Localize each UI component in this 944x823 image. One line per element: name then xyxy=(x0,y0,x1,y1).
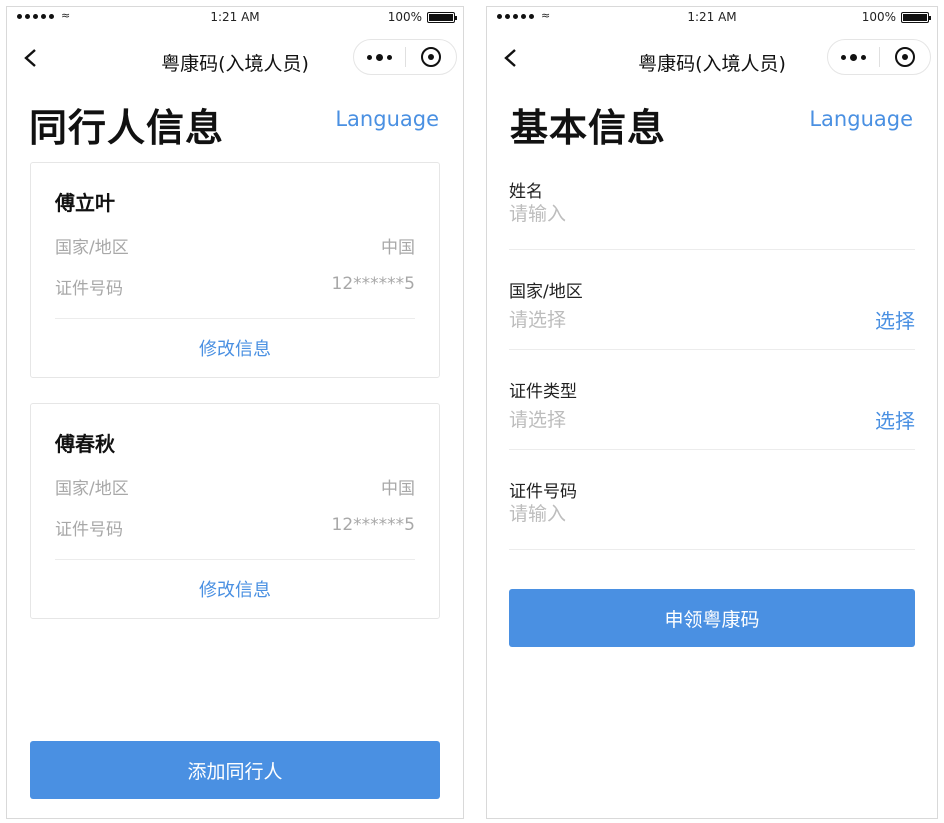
divider xyxy=(509,349,915,350)
companion-card: 傅立叶 国家/地区 中国 证件号码 12******5 修改信息 xyxy=(30,162,440,378)
apply-health-code-button[interactable]: 申领粤康码 xyxy=(509,589,915,647)
language-link[interactable]: Language xyxy=(809,107,913,131)
id-type-field: 证件类型 请选择 选择 xyxy=(509,377,915,477)
page-title: 基本信息 xyxy=(510,106,667,150)
id-type-label: 证件类型 xyxy=(509,382,577,402)
more-dots-icon[interactable] xyxy=(354,40,405,74)
language-link[interactable]: Language xyxy=(335,107,439,131)
id-value: 12******5 xyxy=(331,515,415,535)
mini-program-capsule xyxy=(353,39,457,75)
id-row: 证件号码 12******5 xyxy=(55,274,415,299)
country-field: 国家/地区 请选择 选择 xyxy=(509,277,915,377)
country-label: 国家/地区 xyxy=(509,282,583,302)
divider xyxy=(55,318,415,319)
id-label: 证件号码 xyxy=(55,279,123,299)
mini-program-close-icon[interactable] xyxy=(406,40,457,74)
page-title: 同行人信息 xyxy=(29,106,225,150)
divider xyxy=(55,559,415,560)
divider xyxy=(509,449,915,450)
battery-icon xyxy=(901,11,931,23)
country-row: 国家/地区 中国 xyxy=(55,233,415,258)
more-dots-icon[interactable] xyxy=(828,40,879,74)
companion-info-screen: ≈ 1:21 AM 100% 粤康码(入境人员) 同行人信息 Language … xyxy=(6,6,464,819)
id-value: 12******5 xyxy=(331,274,415,294)
basic-info-screen: ≈ 1:21 AM 100% 粤康码(入境人员) 基本信息 Language 姓… xyxy=(486,6,938,819)
mini-program-capsule xyxy=(827,39,931,75)
status-bar: ≈ 1:21 AM 100% xyxy=(7,7,463,29)
country-value: 中国 xyxy=(381,479,415,499)
nav-bar: 粤康码(入境人员) xyxy=(487,33,937,83)
country-row: 国家/地区 中国 xyxy=(55,474,415,499)
name-label: 姓名 xyxy=(509,182,543,202)
country-value: 中国 xyxy=(381,238,415,258)
battery-icon xyxy=(427,11,457,23)
name-input[interactable] xyxy=(509,203,809,225)
companion-name: 傅立叶 xyxy=(55,191,115,215)
name-field: 姓名 xyxy=(509,177,915,277)
status-bar: ≈ 1:21 AM 100% xyxy=(487,7,937,29)
battery-percent: 100% xyxy=(861,10,896,24)
mini-program-close-icon[interactable] xyxy=(880,40,931,74)
nav-bar: 粤康码(入境人员) xyxy=(7,33,463,83)
id-row: 证件号码 12******5 xyxy=(55,515,415,540)
add-companion-button[interactable]: 添加同行人 xyxy=(30,741,440,799)
id-number-input[interactable] xyxy=(509,503,809,525)
companion-name: 傅春秋 xyxy=(55,432,115,456)
country-label: 国家/地区 xyxy=(55,238,129,258)
companion-card: 傅春秋 国家/地区 中国 证件号码 12******5 修改信息 xyxy=(30,403,440,619)
country-select[interactable]: 请选择 xyxy=(509,305,566,332)
id-label: 证件号码 xyxy=(55,520,123,540)
divider xyxy=(509,549,915,550)
id-number-field: 证件号码 xyxy=(509,477,915,577)
battery-percent: 100% xyxy=(387,10,422,24)
country-label: 国家/地区 xyxy=(55,479,129,499)
edit-info-link[interactable]: 修改信息 xyxy=(31,335,439,361)
divider xyxy=(509,249,915,250)
id-type-select[interactable]: 请选择 xyxy=(509,405,566,432)
country-select-button[interactable]: 选择 xyxy=(875,305,915,334)
id-number-label: 证件号码 xyxy=(509,482,577,502)
edit-info-link[interactable]: 修改信息 xyxy=(31,576,439,602)
id-type-select-button[interactable]: 选择 xyxy=(875,405,915,434)
